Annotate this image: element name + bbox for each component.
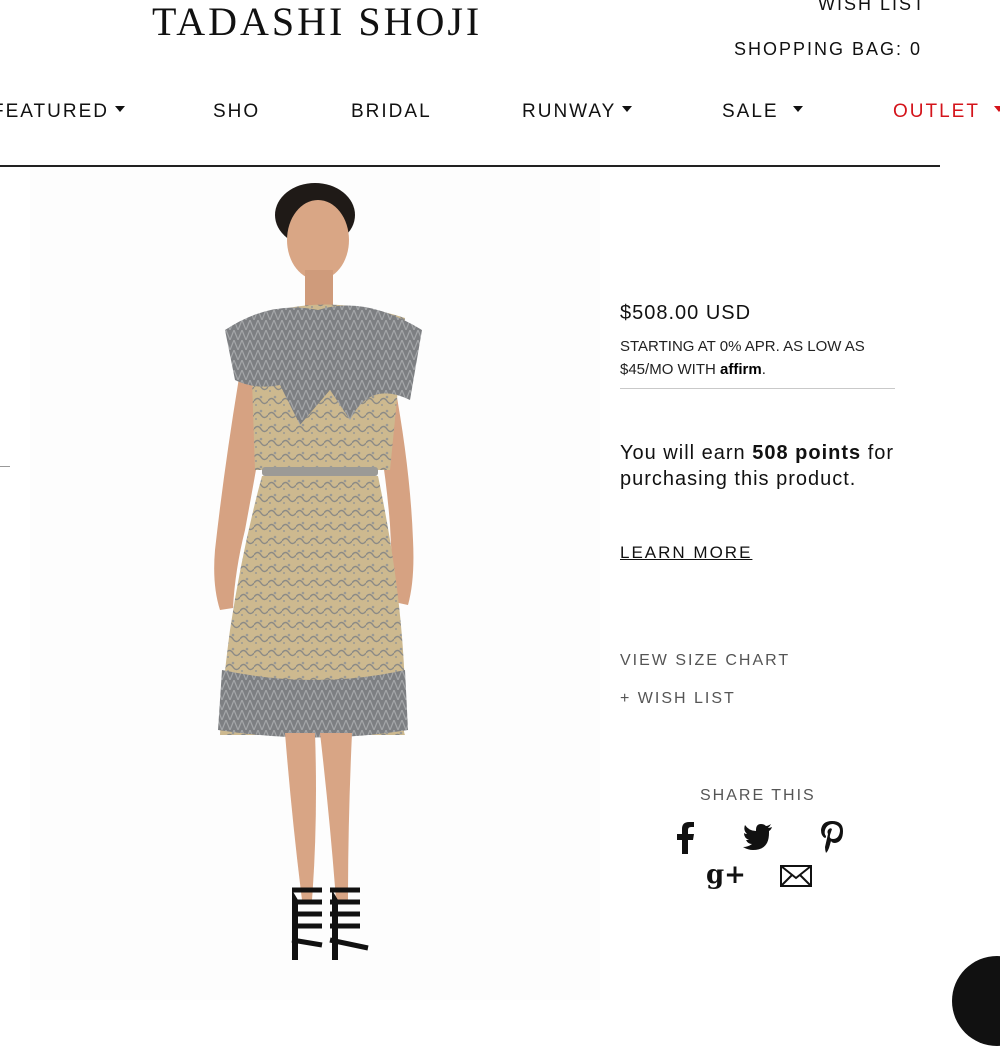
nav-shop-label: SHO bbox=[213, 101, 261, 122]
nav-shop[interactable]: SHO bbox=[213, 101, 260, 123]
nav-sale-label: SALE bbox=[722, 101, 779, 122]
shopping-bag-link[interactable]: SHOPPING BAG: 0 bbox=[734, 39, 922, 60]
face bbox=[287, 200, 349, 280]
brand-logo[interactable]: TADASHI SHOJI bbox=[152, 0, 482, 45]
affirm-logo[interactable]: affirm bbox=[720, 361, 762, 378]
chat-widget-button[interactable] bbox=[952, 956, 1000, 1046]
skirt-hem-ruffle bbox=[218, 670, 408, 738]
gallery-edge-marker bbox=[0, 466, 10, 467]
nav-outlet[interactable]: OUTLET bbox=[893, 101, 1000, 123]
add-to-wish-list-link[interactable]: + WISH LIST bbox=[620, 690, 736, 708]
nav-bridal-label: BRIDAL bbox=[351, 101, 432, 122]
nav-sale[interactable]: SALE bbox=[722, 101, 803, 123]
nav-runway-label: RUNWAY bbox=[522, 101, 617, 122]
chevron-down-icon bbox=[993, 105, 1000, 112]
info-divider bbox=[620, 388, 895, 389]
product-price: $508.00 USD bbox=[620, 302, 752, 324]
chevron-down-icon bbox=[114, 105, 125, 112]
product-photo[interactable] bbox=[30, 170, 600, 1000]
share-heading: SHARE THIS bbox=[700, 787, 816, 804]
right-leg bbox=[320, 733, 352, 900]
facebook-icon[interactable] bbox=[674, 822, 696, 854]
twitter-icon[interactable] bbox=[743, 824, 773, 850]
header-wish-list-link[interactable]: WISH LIST bbox=[818, 0, 926, 15]
email-icon[interactable] bbox=[780, 865, 812, 887]
chevron-down-icon bbox=[622, 105, 633, 112]
learn-more-link[interactable]: LEARN MORE bbox=[620, 543, 752, 563]
points-value: 508 points bbox=[752, 442, 862, 464]
google-plus-icon[interactable]: g+ bbox=[706, 860, 746, 890]
right-heel bbox=[332, 890, 338, 960]
nav-featured[interactable]: FEATURED bbox=[0, 101, 125, 123]
chevron-down-icon bbox=[792, 105, 803, 112]
nav-runway[interactable]: RUNWAY bbox=[522, 101, 633, 123]
nav-divider bbox=[0, 165, 940, 167]
nav-bridal[interactable]: BRIDAL bbox=[351, 101, 432, 123]
neck bbox=[305, 270, 333, 310]
financing-end: . bbox=[761, 361, 766, 378]
nav-outlet-label: OUTLET bbox=[893, 101, 980, 122]
left-heel bbox=[292, 890, 298, 960]
pinterest-icon[interactable] bbox=[820, 821, 844, 853]
left-leg bbox=[285, 733, 316, 900]
view-size-chart-link[interactable]: VIEW SIZE CHART bbox=[620, 652, 790, 670]
nav-featured-label: FEATURED bbox=[0, 101, 109, 122]
points-pre-text: You will earn bbox=[620, 442, 746, 464]
financing-message: STARTING AT 0% APR. AS LOW AS $45/MO WIT… bbox=[620, 335, 900, 381]
rewards-points-message: You will earn 508 points for purchasing … bbox=[620, 440, 910, 492]
belt bbox=[262, 467, 378, 476]
